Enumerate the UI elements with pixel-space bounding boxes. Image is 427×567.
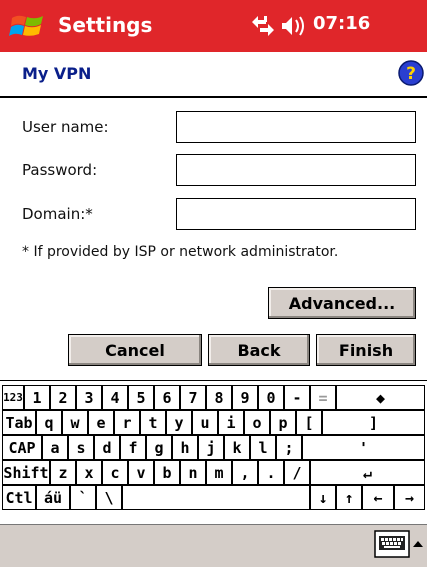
- svg-text:?: ?: [406, 64, 416, 84]
- key-z[interactable]: z: [50, 460, 76, 485]
- footnote: * If provided by ISP or network administ…: [22, 244, 339, 260]
- key-r[interactable]: r: [114, 410, 140, 435]
- clock[interactable]: 07:16: [313, 13, 370, 34]
- space-key[interactable]: [122, 485, 310, 510]
- finish-button[interactable]: Finish: [316, 334, 416, 366]
- password-label: Password:: [22, 161, 98, 179]
- key-apostrophe[interactable]: ': [302, 435, 425, 460]
- key-c[interactable]: c: [102, 460, 128, 485]
- back-button[interactable]: Back: [208, 334, 310, 366]
- domain-input[interactable]: [176, 198, 416, 230]
- enter-key[interactable]: ↵: [310, 460, 425, 485]
- key-k[interactable]: k: [224, 435, 250, 460]
- key-5[interactable]: 5: [128, 385, 154, 410]
- app-title: Settings: [58, 13, 153, 37]
- key-x[interactable]: x: [76, 460, 102, 485]
- speaker-icon: [282, 16, 304, 36]
- windows-start-icon[interactable]: [8, 10, 48, 42]
- caret-up-icon[interactable]: [411, 533, 425, 555]
- key-0[interactable]: 0: [258, 385, 284, 410]
- key-8[interactable]: 8: [206, 385, 232, 410]
- key-9[interactable]: 9: [232, 385, 258, 410]
- key-o[interactable]: o: [244, 410, 270, 435]
- username-input[interactable]: [176, 111, 416, 143]
- key-left-arrow[interactable]: ←: [362, 485, 394, 510]
- key-comma[interactable]: ,: [232, 460, 258, 485]
- page-title: My VPN: [22, 64, 92, 83]
- key-u[interactable]: u: [192, 410, 218, 435]
- advanced-button[interactable]: Advanced...: [268, 287, 416, 319]
- key-j[interactable]: j: [198, 435, 224, 460]
- key-up-arrow[interactable]: ↑: [336, 485, 362, 510]
- status-icons[interactable]: [248, 12, 308, 40]
- key-tab[interactable]: Tab: [2, 410, 36, 435]
- key-semicolon[interactable]: ;: [276, 435, 302, 460]
- key-accents[interactable]: áü: [36, 485, 70, 510]
- backspace-key[interactable]: ◆: [336, 385, 425, 410]
- key-2[interactable]: 2: [50, 385, 76, 410]
- key-a[interactable]: a: [42, 435, 68, 460]
- key-e[interactable]: e: [88, 410, 114, 435]
- key-p[interactable]: p: [270, 410, 296, 435]
- key-period[interactable]: .: [258, 460, 284, 485]
- key-f[interactable]: f: [120, 435, 146, 460]
- password-input[interactable]: [176, 154, 416, 186]
- key-d[interactable]: d: [94, 435, 120, 460]
- key-down-arrow[interactable]: ↓: [310, 485, 336, 510]
- title-bar: Settings 07:16: [0, 0, 427, 52]
- keyboard-icon[interactable]: [374, 530, 410, 558]
- key-ctl[interactable]: Ctl: [2, 485, 36, 510]
- domain-label: Domain:*: [22, 205, 93, 223]
- key-right-bracket[interactable]: ]: [322, 410, 425, 435]
- key-minus[interactable]: -: [284, 385, 310, 410]
- soft-keyboard: 123 1 2 3 4 5 6 7 8 9 0 - = ◆ Tab q w e …: [0, 380, 427, 525]
- key-h[interactable]: h: [172, 435, 198, 460]
- key-shift[interactable]: Shift: [2, 460, 50, 485]
- key-caps[interactable]: CAP: [2, 435, 42, 460]
- key-m[interactable]: m: [206, 460, 232, 485]
- key-equals[interactable]: =: [310, 385, 336, 410]
- key-g[interactable]: g: [146, 435, 172, 460]
- key-6[interactable]: 6: [154, 385, 180, 410]
- help-icon[interactable]: ?: [398, 60, 424, 86]
- key-left-bracket[interactable]: [: [296, 410, 322, 435]
- key-backtick[interactable]: `: [70, 485, 96, 510]
- key-i[interactable]: i: [218, 410, 244, 435]
- page-header: My VPN ?: [0, 52, 427, 98]
- key-l[interactable]: l: [250, 435, 276, 460]
- key-4[interactable]: 4: [102, 385, 128, 410]
- key-t[interactable]: t: [140, 410, 166, 435]
- key-1[interactable]: 1: [24, 385, 50, 410]
- key-right-arrow[interactable]: →: [394, 485, 425, 510]
- key-q[interactable]: q: [36, 410, 62, 435]
- key-v[interactable]: v: [128, 460, 154, 485]
- menu-bar: [0, 524, 427, 567]
- key-y[interactable]: y: [166, 410, 192, 435]
- key-b[interactable]: b: [154, 460, 180, 485]
- cancel-button[interactable]: Cancel: [68, 334, 202, 366]
- key-123[interactable]: 123: [2, 385, 24, 410]
- key-s[interactable]: s: [68, 435, 94, 460]
- key-backslash[interactable]: \: [96, 485, 122, 510]
- username-label: User name:: [22, 118, 109, 136]
- key-slash[interactable]: /: [284, 460, 310, 485]
- key-7[interactable]: 7: [180, 385, 206, 410]
- connectivity-icon: [252, 16, 274, 36]
- key-w[interactable]: w: [62, 410, 88, 435]
- key-n[interactable]: n: [180, 460, 206, 485]
- key-3[interactable]: 3: [76, 385, 102, 410]
